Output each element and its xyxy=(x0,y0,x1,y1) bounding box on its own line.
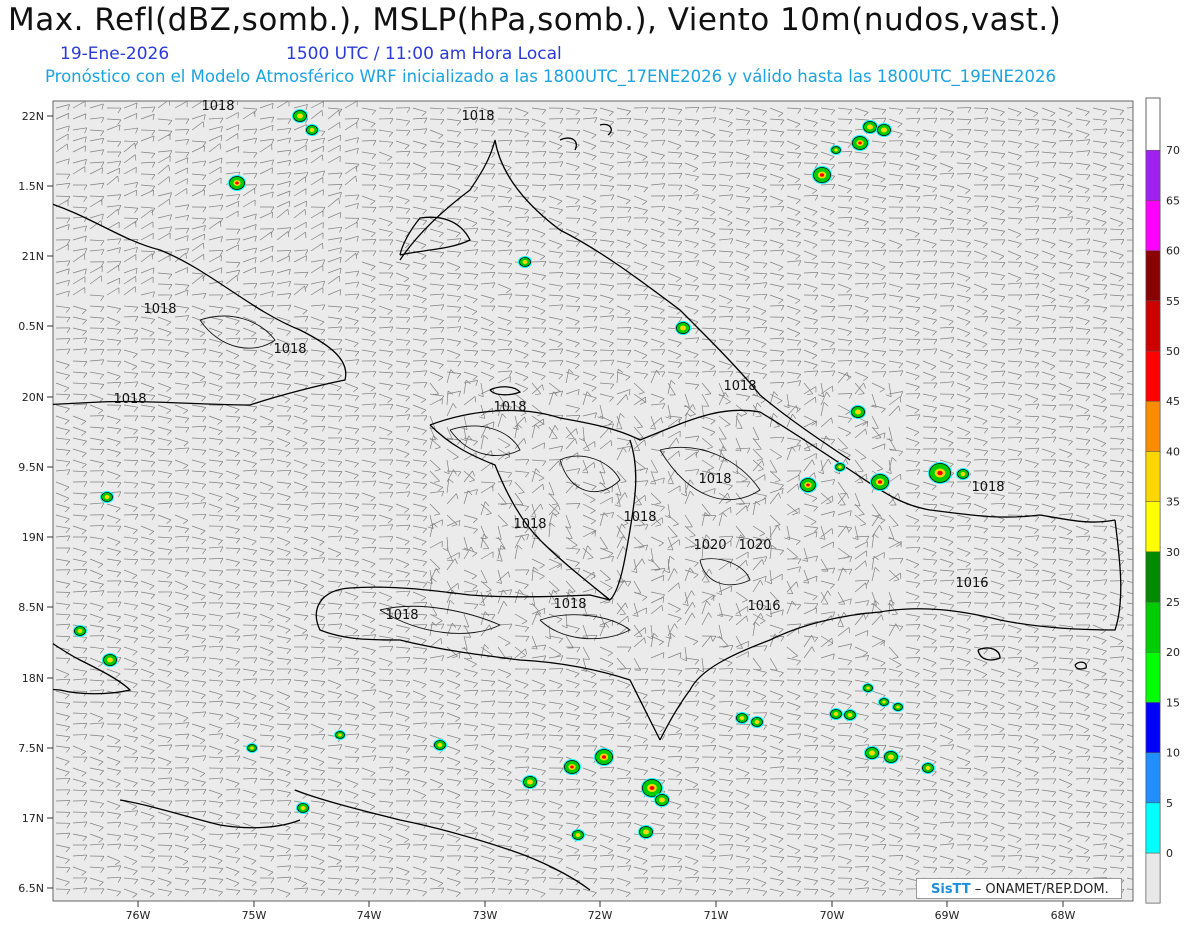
isobar-label: 1018 xyxy=(493,400,526,415)
colorbar-swatch xyxy=(1145,200,1161,251)
lat-tick-label: 7.5N xyxy=(18,742,44,755)
colorbar-label: 65 xyxy=(1166,194,1180,207)
colorbar-swatch xyxy=(1145,400,1161,452)
longitude-axis: 76W 75W 74W 73W 72W 71W 70W 69W 68W xyxy=(126,901,1076,922)
colorbar-swatch xyxy=(1145,300,1161,352)
colorbar-label: 20 xyxy=(1166,646,1180,659)
isobar-label: 1016 xyxy=(747,599,780,614)
isobar-label: 1020 xyxy=(693,538,726,553)
lat-tick-label: 19N xyxy=(22,531,44,544)
lat-tick-label: 0.5N xyxy=(18,320,44,333)
colorbar-label: 40 xyxy=(1166,445,1180,458)
colorbar-label: 15 xyxy=(1166,696,1180,709)
credit-box: SisTT – ONAMET/REP.DOM. xyxy=(916,878,1122,899)
isobar-label: 1016 xyxy=(955,576,988,591)
colorbar-swatch xyxy=(1145,551,1161,603)
lon-tick-label: 75W xyxy=(242,909,267,922)
isobar-label: 1018 xyxy=(201,99,234,114)
colorbar-swatch xyxy=(1145,651,1161,703)
isobar-label: 1018 xyxy=(971,480,1004,495)
reflectivity-colorbar: 0 5 10 15 20 25 30 35 40 45 50 55 60 65 70 xyxy=(1145,97,1180,904)
lat-tick-label: 22N xyxy=(22,110,44,123)
colorbar-label: 70 xyxy=(1166,144,1180,157)
lon-tick-label: 72W xyxy=(588,909,613,922)
colorbar-label: 0 xyxy=(1166,847,1173,860)
isobar-label: 1020 xyxy=(738,538,771,553)
colorbar-label: 10 xyxy=(1166,747,1180,760)
lon-tick-label: 76W xyxy=(126,909,151,922)
colorbar-swatch xyxy=(1145,702,1161,753)
colorbar-swatch xyxy=(1145,350,1161,402)
lat-tick-label: 17N xyxy=(22,812,44,825)
colorbar-swatch xyxy=(1145,451,1161,502)
isobar-label: 1018 xyxy=(553,597,586,612)
colorbar-swatch xyxy=(1145,250,1161,302)
credit-brand: SisTT xyxy=(931,882,971,897)
lon-tick-label: 70W xyxy=(820,909,845,922)
colorbar-swatch xyxy=(1145,501,1161,553)
isobar-label: 1018 xyxy=(623,510,656,525)
colorbar-label: 45 xyxy=(1166,395,1180,408)
forecast-map: 101810181018101810181018101810181018 1018… xyxy=(18,97,1180,922)
isobar-label: 1018 xyxy=(273,342,306,357)
isobar-label: 1018 xyxy=(461,109,494,124)
isobar-label: 1018 xyxy=(143,302,176,317)
latitude-axis: 22N 1.5N 21N 0.5N 20N 9.5N 19N 8.5N 18N 7.5N 17N 6.… xyxy=(18,110,53,895)
colorbar-label: 55 xyxy=(1166,295,1180,308)
isobar-label: 1018 xyxy=(513,517,546,532)
lon-tick-label: 73W xyxy=(473,909,498,922)
credit-org: ONAMET/REP.DOM. xyxy=(985,882,1109,897)
colorbar-label: 5 xyxy=(1166,797,1173,810)
lon-tick-label: 71W xyxy=(704,909,729,922)
lat-tick-label: 20N xyxy=(22,391,44,404)
lat-tick-label: 1.5N xyxy=(18,180,44,193)
colorbar-swatch xyxy=(1145,149,1161,201)
lon-tick-label: 69W xyxy=(935,909,960,922)
lon-tick-label: 68W xyxy=(1051,909,1076,922)
lat-tick-label: 18N xyxy=(22,672,44,685)
lat-tick-label: 21N xyxy=(22,250,44,263)
lat-tick-label: 9.5N xyxy=(18,461,44,474)
isobar-label: 1018 xyxy=(385,608,418,623)
colorbar-label: 60 xyxy=(1166,245,1180,258)
colorbar-swatch xyxy=(1145,852,1161,904)
isobar-label: 1018 xyxy=(723,379,756,394)
lon-tick-label: 74W xyxy=(357,909,382,922)
isobar-label: 1018 xyxy=(113,392,146,407)
lat-tick-label: 6.5N xyxy=(18,882,44,895)
colorbar-label: 35 xyxy=(1166,496,1180,509)
colorbar-swatch xyxy=(1145,601,1161,653)
lat-tick-label: 8.5N xyxy=(18,601,44,614)
colorbar-swatch xyxy=(1145,802,1161,854)
isobar-label: 1018 xyxy=(698,472,731,487)
colorbar-label: 25 xyxy=(1166,596,1180,609)
colorbar-swatch xyxy=(1145,752,1161,804)
colorbar-label: 30 xyxy=(1166,546,1180,559)
colorbar-label: 50 xyxy=(1166,345,1180,358)
